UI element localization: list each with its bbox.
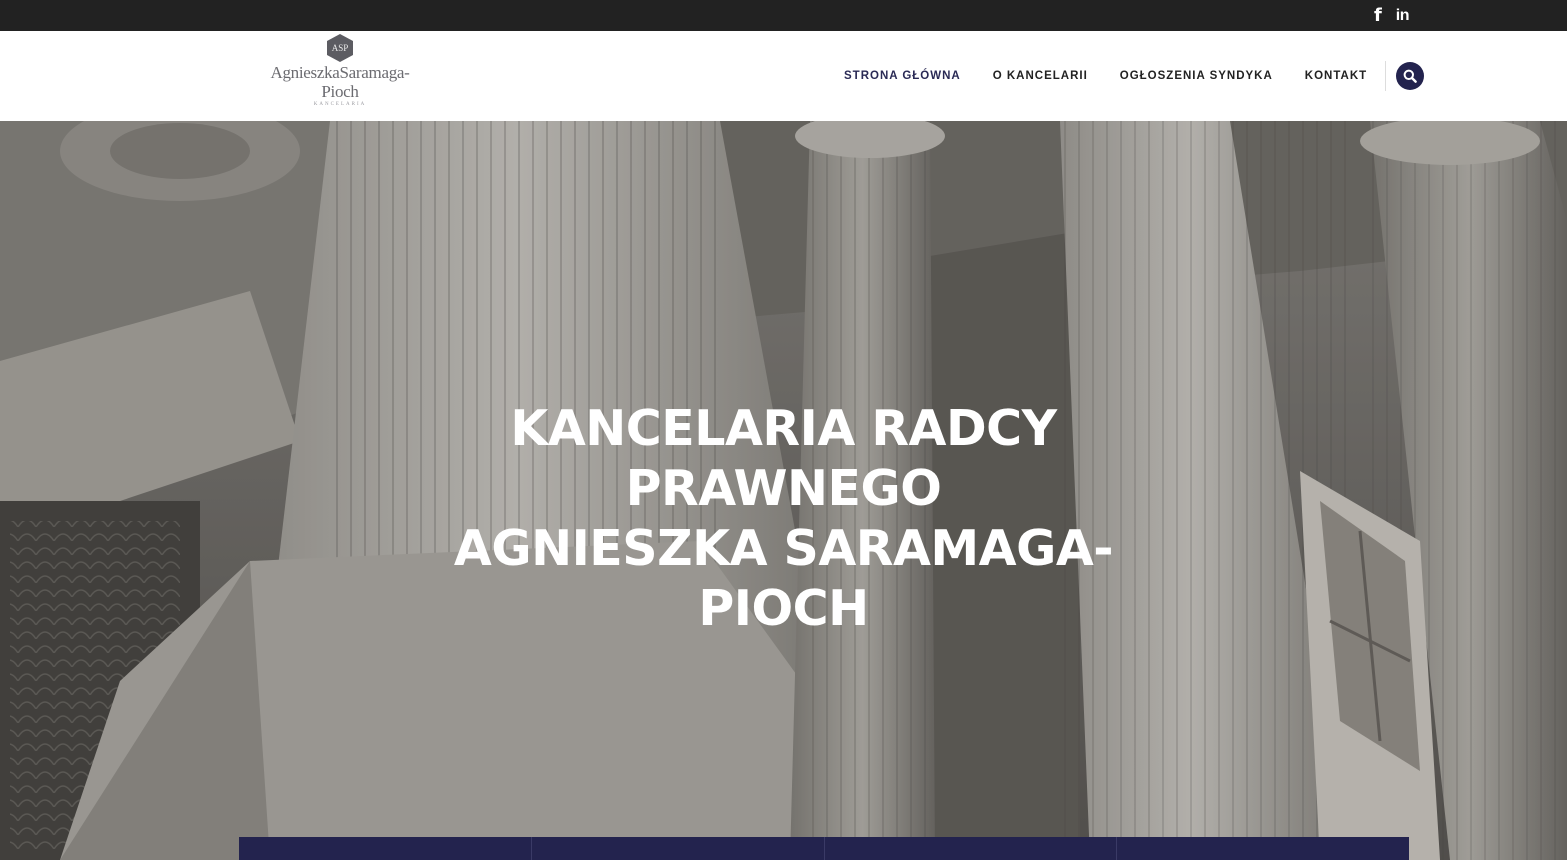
search-button[interactable] — [1396, 62, 1425, 90]
feature-box[interactable] — [1117, 837, 1409, 860]
nav-item-contact[interactable]: KONTAKT — [1289, 70, 1383, 82]
main-nav: STRONA GŁÓWNA O KANCELARII OGŁOSZENIA SY… — [828, 31, 1425, 121]
logo-subtitle: KANCELARIA — [313, 102, 367, 107]
hero-title-line4: PIOCH — [698, 580, 869, 637]
linkedin-icon[interactable]: in — [1396, 7, 1410, 24]
feature-box[interactable] — [532, 837, 825, 860]
search-icon — [1403, 69, 1417, 83]
logo-name-line1: AgnieszkaSaramaga- — [270, 63, 410, 82]
logo-badge: ASP — [327, 34, 353, 62]
feature-strip — [239, 837, 1409, 860]
social-links: f in — [1374, 0, 1410, 31]
nav-item-about[interactable]: O KANCELARII — [977, 70, 1104, 82]
nav-item-home[interactable]: STRONA GŁÓWNA — [828, 70, 977, 82]
hero-banner: KANCELARIA RADCY PRAWNEGO AGNIESZKA SARA… — [0, 121, 1567, 860]
top-bar: f in — [0, 0, 1567, 31]
site-header: ASP AgnieszkaSaramaga- Pioch KANCELARIA … — [0, 31, 1567, 121]
site-logo[interactable]: ASP AgnieszkaSaramaga- Pioch KANCELARIA — [262, 34, 418, 116]
logo-badge-text: ASP — [331, 43, 349, 53]
facebook-icon[interactable]: f — [1374, 6, 1382, 25]
nav-item-announcements[interactable]: OGŁOSZENIA SYNDYKA — [1104, 70, 1289, 82]
logo-name: AgnieszkaSaramaga- Pioch — [262, 63, 418, 101]
logo-name-line2: Pioch — [321, 82, 359, 101]
hero-title-line2: PRAWNEGO — [625, 460, 942, 517]
feature-box[interactable] — [825, 837, 1118, 860]
hero-title: KANCELARIA RADCY PRAWNEGO AGNIESZKA SARA… — [0, 399, 1567, 639]
hero-title-line3: AGNIESZKA SARAMAGA- — [453, 520, 1114, 577]
nav-divider — [1385, 61, 1387, 91]
hero-title-line1: KANCELARIA RADCY — [510, 400, 1057, 457]
feature-box[interactable] — [239, 837, 532, 860]
